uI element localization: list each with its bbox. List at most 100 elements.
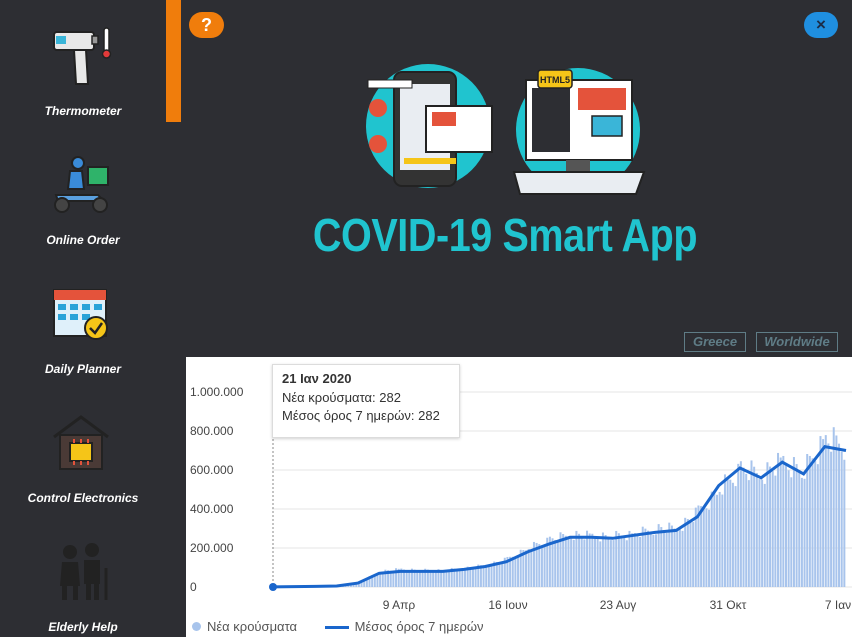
y-tick-label: 800.000 (190, 424, 234, 438)
active-indicator (166, 0, 181, 122)
case-bar (700, 506, 703, 587)
case-bar (498, 562, 501, 587)
case-bar (814, 461, 817, 587)
case-bar (660, 527, 663, 587)
case-bar (572, 539, 575, 587)
legend-item-new-cases[interactable]: Νέα κρούσματα (192, 619, 297, 634)
elderly-couple-icon (60, 543, 108, 600)
case-bar (806, 454, 809, 587)
case-bar (474, 568, 477, 587)
case-bar (517, 557, 520, 587)
case-bar (551, 538, 554, 587)
case-bar (792, 457, 795, 587)
case-bar (705, 508, 708, 587)
worldwide-button[interactable]: Worldwide (756, 332, 838, 352)
legend-dot-icon (192, 622, 201, 631)
case-bar (731, 482, 734, 587)
case-bar (588, 533, 591, 587)
case-bar (639, 536, 642, 587)
case-bar (464, 570, 466, 587)
sidebar-item-thermometer[interactable]: Thermometer (0, 0, 166, 129)
y-tick-label: 600.000 (190, 463, 234, 477)
case-bar (784, 463, 787, 587)
hover-point (269, 583, 277, 591)
case-bar (710, 491, 713, 587)
case-bar (723, 474, 726, 587)
case-bar (766, 462, 769, 587)
case-bar (601, 532, 604, 587)
case-bar (745, 473, 748, 587)
case-bar (556, 541, 559, 587)
case-bar (599, 541, 602, 587)
case-bar (471, 567, 474, 587)
y-tick-label: 1.000.000 (190, 385, 244, 399)
case-bar (445, 570, 448, 587)
case-bar (758, 479, 761, 587)
case-bar (816, 464, 819, 587)
sidebar-item-label: Control Electronics (27, 491, 139, 505)
case-bar (798, 471, 801, 587)
x-tick-label: 31 Οκτ (710, 598, 747, 612)
case-bar (514, 556, 517, 587)
case-bar (631, 533, 634, 587)
sidebar-item-online-order[interactable]: Online Order (0, 129, 166, 258)
case-bar (774, 475, 777, 587)
case-bar (591, 533, 594, 587)
sidebar-item-label: Thermometer (44, 104, 122, 118)
case-bar (543, 546, 546, 587)
case-bar (617, 533, 620, 587)
x-tick-label: 7 Ιαν (825, 598, 851, 612)
case-bar (665, 532, 668, 587)
case-bar (487, 565, 490, 587)
case-bar (418, 571, 421, 587)
greece-button[interactable]: Greece (684, 332, 746, 352)
case-bar (633, 533, 636, 587)
case-bar (819, 436, 822, 587)
case-bar (800, 477, 803, 587)
case-bar (554, 539, 557, 587)
case-bar (835, 435, 838, 587)
sidebar-item-label: Elderly Help (48, 620, 118, 634)
close-button[interactable]: × (804, 12, 838, 38)
case-bar (726, 476, 729, 587)
tooltip-avg: Μέσος όρος 7 ημερών: 282 (282, 408, 440, 423)
case-bar (769, 466, 772, 587)
legend-item-avg[interactable]: Μέσος όρος 7 ημερών (324, 619, 484, 634)
sidebar-item-control-electronics[interactable]: Control Electronics (0, 387, 166, 516)
case-bar (527, 548, 530, 587)
case-bar (501, 563, 504, 587)
case-bar (803, 478, 806, 587)
case-bar (652, 535, 655, 587)
case-bar (525, 550, 528, 587)
case-bar (609, 540, 612, 587)
case-bar (381, 572, 384, 587)
case-bar (681, 530, 684, 587)
case-bar (405, 570, 408, 587)
case-bar (421, 571, 424, 587)
case-bar (787, 470, 790, 587)
delivery-scooter-icon (54, 156, 109, 213)
case-bar (408, 571, 411, 587)
case-bar (578, 533, 581, 587)
case-bar (822, 439, 825, 587)
sidebar-item-elderly-help[interactable]: Elderly Help (0, 516, 166, 637)
help-button[interactable]: ? (189, 12, 224, 38)
case-bar (734, 486, 737, 587)
case-bar (662, 529, 665, 587)
sidebar-item-daily-planner[interactable]: Daily Planner (0, 258, 166, 387)
tooltip-date: 21 Ιαν 2020 (282, 371, 352, 386)
case-bar (583, 539, 586, 587)
case-bar (620, 535, 623, 587)
case-bar (830, 451, 833, 587)
case-bar (790, 477, 793, 587)
case-bar (782, 455, 785, 587)
case-bar (636, 534, 639, 587)
case-bar (708, 509, 711, 587)
case-bar (628, 530, 631, 587)
case-bar (713, 493, 716, 587)
case-bar (596, 538, 599, 587)
case-bar (737, 463, 740, 587)
case-bar (777, 452, 780, 587)
cases-chart: 0 200.000 400.000 600.000 800.000 1.000.000 9… (186, 357, 852, 637)
sidebar: Thermometer Online Order Daily Planner C… (0, 0, 166, 637)
